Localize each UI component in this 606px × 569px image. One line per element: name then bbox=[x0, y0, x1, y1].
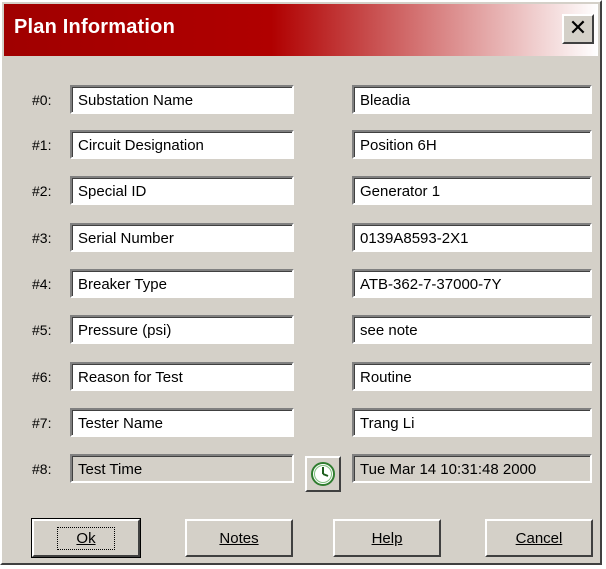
field-value-1[interactable]: Position 6H bbox=[352, 130, 592, 159]
help-button[interactable]: Help bbox=[333, 519, 441, 557]
field-value-4[interactable]: ATB-362-7-37000-7Y bbox=[352, 269, 592, 298]
clock-icon bbox=[311, 462, 335, 486]
field-value-5[interactable]: see note bbox=[352, 315, 592, 344]
close-button[interactable]: ✕ bbox=[562, 14, 594, 44]
plan-information-dialog: Plan Information ✕ #0: Substation Name B… bbox=[0, 0, 602, 565]
close-icon: ✕ bbox=[568, 16, 588, 41]
dialog-title: Plan Information bbox=[14, 16, 175, 38]
notes-button[interactable]: Notes bbox=[185, 519, 293, 557]
field-name-4[interactable]: Breaker Type bbox=[70, 269, 294, 298]
set-time-button[interactable] bbox=[305, 456, 341, 492]
notes-button-label: Notes bbox=[219, 529, 259, 547]
ok-button-label: Ok bbox=[57, 526, 115, 550]
row-index-0: #0: bbox=[32, 92, 52, 108]
ok-button[interactable]: Ok bbox=[31, 518, 141, 558]
row-index-3: #3: bbox=[32, 230, 52, 246]
field-name-0[interactable]: Substation Name bbox=[70, 85, 294, 114]
field-name-5[interactable]: Pressure (psi) bbox=[70, 315, 294, 344]
field-value-0[interactable]: Bleadia bbox=[352, 85, 592, 114]
field-name-2[interactable]: Special ID bbox=[70, 176, 294, 205]
field-name-3[interactable]: Serial Number bbox=[70, 223, 294, 252]
row-index-1: #1: bbox=[32, 137, 52, 153]
field-value-8: Tue Mar 14 10:31:48 2000 bbox=[352, 454, 592, 483]
field-value-2[interactable]: Generator 1 bbox=[352, 176, 592, 205]
row-index-5: #5: bbox=[32, 322, 52, 338]
help-button-label: Help bbox=[371, 529, 403, 547]
field-value-3[interactable]: 0139A8593-2X1 bbox=[352, 223, 592, 252]
field-name-8: Test Time bbox=[70, 454, 294, 483]
title-bar: Plan Information ✕ bbox=[4, 4, 598, 56]
field-name-7[interactable]: Tester Name bbox=[70, 408, 294, 437]
cancel-button-label: Cancel bbox=[515, 529, 563, 547]
field-name-1[interactable]: Circuit Designation bbox=[70, 130, 294, 159]
row-index-6: #6: bbox=[32, 369, 52, 385]
row-index-8: #8: bbox=[32, 461, 52, 477]
row-index-7: #7: bbox=[32, 415, 52, 431]
field-name-6[interactable]: Reason for Test bbox=[70, 362, 294, 391]
row-index-4: #4: bbox=[32, 276, 52, 292]
field-value-7[interactable]: Trang Li bbox=[352, 408, 592, 437]
cancel-button[interactable]: Cancel bbox=[485, 519, 593, 557]
field-value-6[interactable]: Routine bbox=[352, 362, 592, 391]
row-index-2: #2: bbox=[32, 183, 52, 199]
